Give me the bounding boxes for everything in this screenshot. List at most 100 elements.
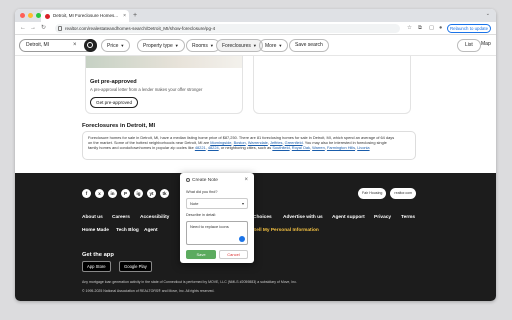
footer-link[interactable]: Agent support: [332, 215, 365, 220]
profile-icon[interactable]: ●: [439, 24, 442, 33]
search-value: Detroit, MI: [26, 42, 50, 48]
save-search-button[interactable]: Save search: [289, 39, 329, 52]
search-icon[interactable]: [84, 39, 97, 52]
sidebar-icon[interactable]: ▢: [429, 24, 434, 33]
ad-card: [253, 56, 411, 114]
browser-window: Detroit, MI Foreclosure Homes... × + ⌄ ←…: [15, 9, 496, 301]
filter-label: Foreclosures: [222, 43, 251, 49]
get-pre-approved-button[interactable]: Get pre-approved: [90, 97, 139, 108]
footer-link[interactable]: Tech Blog: [116, 228, 139, 233]
tiktok-icon[interactable]: tk: [160, 189, 169, 198]
dialog-title: Create Note: [192, 178, 218, 183]
filter-label: Rooms: [192, 43, 208, 49]
browser-tab[interactable]: Detroit, MI Foreclosure Homes... ×: [41, 10, 129, 22]
city-link[interactable]: Southfield: [272, 145, 289, 150]
filter-label: Price: [107, 43, 119, 49]
pre-approved-card: Get pre-approved A pre-approval letter f…: [85, 56, 243, 114]
x-twitter-icon[interactable]: x: [95, 189, 104, 198]
dialog-header: Create Note: [186, 178, 218, 183]
page-content: Detroit, MI × Price ▼ Property type ▼ Room…: [15, 35, 496, 301]
footer-link[interactable]: Terms: [401, 215, 415, 220]
chevron-down-icon: ▼: [209, 43, 214, 48]
realtor-logo-badge[interactable]: realtor.com: [390, 188, 417, 199]
foreclosures-filter[interactable]: Foreclosures ▼: [216, 39, 263, 52]
footer-link[interactable]: Agent: [144, 228, 158, 233]
sell-my-info-link[interactable]: Sell My Personal Information: [253, 228, 319, 233]
chevron-down-icon: ▼: [278, 43, 283, 48]
location-search-input[interactable]: Detroit, MI ×: [19, 39, 97, 52]
pre-approved-subtitle: A pre-approval letter from a lender make…: [90, 87, 203, 92]
footer-disclaimer: Any mortgage loan generation activity in…: [82, 280, 297, 284]
pre-approved-title: Get pre-approved: [90, 79, 137, 85]
foreclosures-heading: Foreclosures in Detroit, MI: [82, 123, 156, 129]
relaunch-button[interactable]: Relaunch to update: [447, 24, 491, 33]
city-link[interactable]: Warren: [312, 145, 325, 150]
footer-link[interactable]: Careers: [112, 215, 130, 220]
select-value: Note: [190, 201, 199, 206]
footer-copyright: © 1995-2025 National Association of REAL…: [82, 289, 215, 293]
lock-icon: [58, 26, 62, 31]
property-type-filter[interactable]: Property type ▼: [137, 39, 185, 52]
instagram-icon[interactable]: ig: [134, 189, 143, 198]
url-bar[interactable]: realtor.com/realestateandhomes-search/De…: [55, 24, 400, 33]
linkedin-icon[interactable]: in: [108, 189, 117, 198]
grammar-check-icon[interactable]: [239, 236, 245, 242]
chevron-down-icon: ▼: [174, 43, 179, 48]
more-filter[interactable]: More ▼: [259, 39, 289, 52]
save-button[interactable]: Save: [186, 250, 216, 259]
description-textarea[interactable]: Need to replace icons: [186, 221, 248, 245]
price-filter[interactable]: Price ▼: [101, 39, 131, 52]
filter-label: More: [265, 43, 277, 49]
text: family homes and condo/townhomes in popu…: [88, 145, 195, 151]
tab-search-chevron-icon[interactable]: ⌄: [486, 11, 490, 17]
close-window-icon[interactable]: [20, 13, 25, 18]
forward-icon[interactable]: →: [30, 24, 36, 33]
pinterest-icon[interactable]: P: [121, 189, 130, 198]
site-footer: f x in P ig yt tk Fair Housing realtor.c…: [15, 173, 496, 301]
youtube-icon[interactable]: yt: [147, 189, 156, 198]
foreclosures-description: Foreclosure homes for sale in Detroit, M…: [82, 131, 416, 160]
create-note-dialog: Create Note × What did you find? Note ▾ …: [180, 173, 254, 263]
footer-badges: Fair Housing realtor.com: [358, 188, 417, 199]
describe-label: Describe in detail:: [186, 213, 217, 217]
footer-link[interactable]: Advertise with us: [283, 215, 323, 220]
tab-bar: Detroit, MI Foreclosure Homes... × + ⌄: [15, 9, 496, 22]
rooms-filter[interactable]: Rooms ▼: [186, 39, 220, 52]
footer-link[interactable]: Accessibility: [140, 215, 169, 220]
tab-close-icon[interactable]: ×: [123, 10, 126, 22]
google-play-button[interactable]: Google Play: [119, 261, 152, 272]
reload-icon[interactable]: ↻: [41, 24, 46, 33]
zip-link[interactable]: 48221: [195, 145, 206, 150]
footer-link[interactable]: About us: [82, 215, 103, 220]
find-type-select[interactable]: Note ▾: [186, 198, 248, 209]
footer-link[interactable]: Choices: [253, 215, 272, 220]
app-store-button[interactable]: App Store: [82, 261, 111, 272]
note-icon: [186, 178, 190, 182]
fair-housing-badge[interactable]: Fair Housing: [358, 188, 387, 199]
city-link[interactable]: Livonia: [357, 145, 369, 150]
find-type-label: What did you find?: [186, 190, 218, 194]
clear-search-icon[interactable]: ×: [73, 40, 77, 51]
footer-link[interactable]: Privacy: [374, 215, 391, 220]
tab-title: Detroit, MI Foreclosure Homes...: [53, 13, 119, 18]
list-view-button[interactable]: List: [457, 39, 481, 52]
map-view-button[interactable]: Map: [481, 39, 491, 52]
facebook-icon[interactable]: f: [82, 189, 91, 198]
minimize-window-icon[interactable]: [28, 13, 33, 18]
cancel-button[interactable]: Cancel: [219, 250, 248, 259]
zip-link[interactable]: 48224: [208, 145, 219, 150]
extensions-icon[interactable]: ⧉: [418, 24, 422, 33]
close-icon[interactable]: ×: [244, 177, 248, 183]
footer-link[interactable]: Home Made: [82, 228, 109, 233]
back-icon[interactable]: ←: [20, 24, 26, 33]
new-tab-icon[interactable]: +: [133, 10, 137, 21]
chevron-down-icon: ▼: [120, 43, 125, 48]
city-link[interactable]: Farmington Hills: [327, 145, 355, 150]
address-toolbar: ← → ↻ realtor.com/realestateandhomes-sea…: [15, 22, 496, 35]
filter-label: Property type: [143, 43, 173, 49]
bookmark-star-icon[interactable]: ☆: [407, 24, 412, 33]
card-image: [86, 56, 242, 68]
text: , or neighboring cities, such as: [218, 145, 273, 151]
description-line-3: family homes and condo/townhomes in popu…: [88, 145, 370, 151]
city-link[interactable]: Royal Oak: [292, 145, 310, 150]
